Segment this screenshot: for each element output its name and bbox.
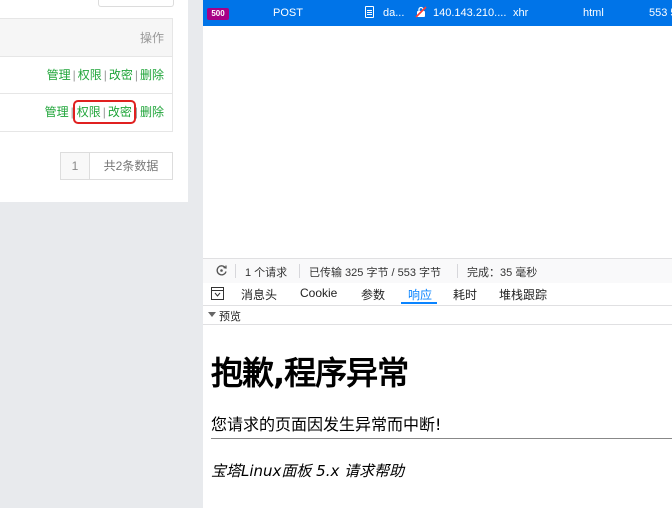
transferred-size: 已传输 325 字节 / 553 字节	[309, 267, 442, 279]
separator: |	[72, 68, 76, 82]
preview-section-header[interactable]: 预览	[203, 306, 672, 325]
request-size: 553 5	[649, 7, 672, 19]
request-count: 1 个请求	[245, 267, 288, 279]
finish-time: 完成：35 毫秒	[467, 267, 538, 279]
tab-cookies[interactable]: Cookie	[300, 286, 337, 300]
error-heading: 抱歉,程序异常	[211, 354, 409, 392]
tab-timings[interactable]: 耗时	[453, 286, 477, 303]
delete-link[interactable]: 删除	[140, 68, 164, 82]
delete-link[interactable]: 删除	[140, 105, 164, 119]
reload-icon[interactable]	[215, 264, 228, 277]
separator: |	[103, 68, 107, 82]
separator: |	[102, 105, 106, 119]
total-count: 共2条数据	[103, 159, 159, 173]
table-row: 管理 | 权限 | 改密 | 删除	[0, 94, 172, 131]
error-message: 您请求的页面因发生异常而中断!	[211, 415, 442, 434]
details-tabs: 消息头 Cookie 参数 响应 耗时 堆栈跟踪	[203, 283, 672, 306]
request-file: da...	[383, 7, 405, 19]
top-button[interactable]	[98, 0, 174, 7]
status-badge: 500	[207, 8, 229, 20]
table-header: 操作	[0, 19, 172, 57]
table-row: 管理 | 权限 | 改密 | 删除	[0, 57, 172, 94]
divider	[235, 264, 236, 278]
separator: |	[134, 68, 138, 82]
devtools-network-panel: 500 POST da... 140.143.210.... xhr html …	[203, 0, 672, 508]
network-summary-bar: 1 个请求 已传输 325 字节 / 553 字节 完成：35 毫秒	[203, 258, 672, 284]
file-icon	[365, 6, 374, 18]
divider	[299, 264, 300, 278]
error-footer: 宝塔Linux面板 5.x 请求帮助	[211, 462, 405, 480]
request-cause: xhr	[513, 7, 529, 19]
separator: |	[134, 105, 138, 119]
insecure-lock-icon	[415, 6, 427, 18]
selected-request-row[interactable]: 500 POST da... 140.143.210.... xhr html …	[203, 0, 672, 26]
horizontal-rule	[211, 438, 672, 439]
request-method: POST	[273, 7, 303, 19]
change-password-link[interactable]: 改密	[108, 105, 132, 119]
change-password-link[interactable]: 改密	[109, 68, 133, 82]
action-column-header: 操作	[139, 31, 164, 45]
permission-link[interactable]: 权限	[77, 105, 101, 119]
pagination: 1 共2条数据	[60, 152, 173, 180]
preview-label: 预览	[219, 311, 241, 323]
user-table: 操作 管理 | 权限 | 改密 | 删除 管理 | 权限 | 改密 | 删除	[0, 18, 173, 132]
tab-response[interactable]: 响应	[408, 286, 432, 303]
tab-params[interactable]: 参数	[361, 286, 385, 303]
tab-headers[interactable]: 消息头	[241, 286, 277, 303]
admin-panel: 操作 管理 | 权限 | 改密 | 删除 管理 | 权限 | 改密 | 删除 1 共2条数据	[0, 0, 188, 202]
active-tab-indicator	[401, 302, 437, 304]
highlight-box: 权限 | 改密	[72, 100, 136, 124]
manage-link[interactable]: 管理	[45, 105, 69, 119]
separator: |	[70, 105, 74, 119]
collapse-triangle-icon	[208, 312, 216, 317]
request-type: html	[583, 7, 604, 19]
manage-link[interactable]: 管理	[47, 68, 71, 82]
page-number[interactable]: 1	[61, 153, 90, 179]
divider	[457, 264, 458, 278]
tab-stack-trace[interactable]: 堆栈跟踪	[499, 286, 547, 303]
request-domain: 140.143.210....	[433, 7, 507, 19]
permission-link[interactable]: 权限	[78, 68, 102, 82]
toggle-panel-icon[interactable]	[211, 287, 224, 300]
